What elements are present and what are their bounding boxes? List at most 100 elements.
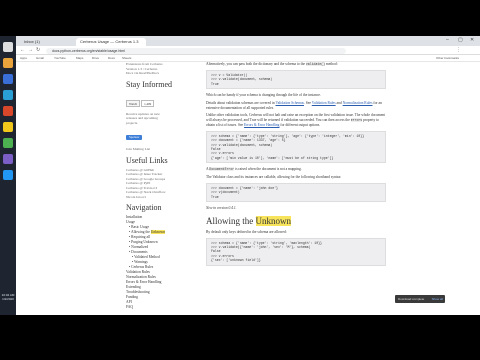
useful-link[interactable]: Nicola Iarocci	[126, 195, 201, 200]
version-note: New in version 0.4.1.	[206, 206, 237, 211]
code-block: >>> schema = {'name': {'type': 'string',…	[206, 237, 386, 266]
browser-titlebar: Inbox (1) Cerberus Usage — Cerberus 1.3 …	[16, 36, 480, 46]
nav-item-label: Installation	[126, 215, 143, 219]
useful-links-heading: Useful Links	[126, 155, 168, 165]
code-block: >>> schema = {'name': {'type': 'string'}…	[206, 130, 386, 164]
reload-icon[interactable]: ↻	[36, 47, 40, 53]
inline-code: DocumentError	[209, 167, 235, 172]
code-block: >>> v = Validator() >>> v.validate(docum…	[206, 69, 386, 90]
sponsor-button[interactable]: Sponsor	[126, 134, 143, 140]
maximize-icon[interactable]: ▢	[458, 37, 463, 43]
forward-icon[interactable]: →	[28, 47, 33, 53]
tab-label: Inbox (1)	[24, 39, 40, 44]
sidebar-intro-line: Docs via ReadTheDocs	[126, 71, 160, 75]
stay-informed-heading: Stay Informed	[126, 79, 172, 89]
nav-item-label: Errors & Error Handling	[126, 280, 162, 284]
chrome-icon[interactable]	[3, 122, 13, 132]
text: method:	[325, 62, 338, 66]
nav-item-label: Troubleshooting	[126, 290, 150, 294]
url-field[interactable]: docs.python-cerberus.org/en/stable/usage…	[46, 47, 346, 54]
github-watch-count[interactable]: 1,409	[141, 100, 155, 107]
screen: 10:04 AM 1/2/2020 Inbox (1) Cerberus Usa…	[0, 36, 480, 315]
github-watch-button[interactable]: Watch	[126, 100, 141, 107]
validation-schemas-link[interactable]: Validation Schemas	[276, 101, 304, 105]
back-icon[interactable]: ←	[20, 47, 25, 53]
text: is raised when the document is not a map…	[234, 167, 302, 172]
nav-item-label: Normalized	[131, 245, 149, 249]
taskbar: 10:04 AM 1/2/2020	[0, 36, 16, 315]
bookmark-item[interactable]: Drive	[92, 56, 99, 60]
nav-item-highlight: Unknown	[150, 230, 165, 234]
bookmark-item[interactable]: Apps	[20, 56, 27, 60]
join-mailing-list-link[interactable]: Join Mailing List	[126, 147, 201, 152]
inline-code: errors	[350, 118, 363, 123]
nav-item-label: Purging Unknown	[131, 240, 158, 244]
nav-item-label: Warnings	[134, 260, 148, 264]
tab-inbox[interactable]: Inbox (1)	[20, 38, 72, 46]
app-icon[interactable]	[3, 138, 13, 148]
extensions-icon[interactable]: ⋮	[456, 47, 461, 53]
navigation-heading: Navigation	[126, 203, 162, 212]
taskbar-clock[interactable]: 10:04 AM 1/2/2020	[0, 293, 16, 301]
nav-item-label: FAQ	[126, 305, 133, 309]
section-heading: Allowing the Unknown	[206, 215, 386, 226]
terminal-icon[interactable]	[3, 154, 13, 164]
clock-date: 1/2/2020	[2, 297, 14, 301]
bookmark-item[interactable]: Sheets	[122, 56, 131, 60]
nav-item-label: Requiring all	[131, 235, 151, 239]
nav-item-label: Validated Method	[134, 255, 160, 259]
docs-sidebar: Extensions from Cerberus Version 1.3 / C…	[126, 62, 201, 315]
vscode-icon[interactable]	[3, 90, 13, 100]
bookmark-item[interactable]: YouTube	[54, 56, 66, 60]
paragraph: Which can be handy if your schema is cha…	[206, 93, 321, 98]
paragraph: The Validator class and its instances ar…	[206, 175, 342, 180]
bookmark-item[interactable]: Gmail	[36, 56, 44, 60]
nav-item-label: API	[126, 300, 132, 304]
text: Alternatively, you can pass both the dic…	[206, 62, 306, 66]
code-block: >>> document = {'name': 'john doe'} >>> …	[206, 182, 386, 203]
paragraph: Alternatively, you can pass both the dic…	[206, 62, 386, 67]
nav-item-label: Validation Rules	[126, 270, 150, 274]
edge-icon[interactable]	[3, 74, 13, 84]
notification-text: Download complete	[398, 296, 425, 301]
nav-item-label: Funding	[126, 295, 138, 299]
page-content: Extensions from Cerberus Version 1.3 / C…	[16, 62, 480, 315]
heading-text: Allowing the	[206, 215, 256, 226]
paragraph: Details about validation schemas are cov…	[206, 101, 386, 111]
heading-highlight: Unknown	[255, 215, 291, 226]
nav-item-label: Cerberus Rules	[131, 265, 154, 269]
text: for different output options.	[279, 123, 321, 127]
nav-item-label: Basic Usage	[131, 225, 150, 229]
tab-label: Cerberus Usage — Cerberus 1.3	[80, 39, 139, 44]
text: . See	[303, 100, 312, 105]
mail-icon[interactable]	[3, 170, 13, 180]
bookmark-item[interactable]: Other bookmarks	[436, 56, 459, 60]
paragraph: Unlike other validation tools, Cerberus …	[206, 113, 386, 127]
navigation-list: Installation Usage • Basic Usage • Allowing…	[126, 215, 201, 310]
start-icon[interactable]	[3, 42, 13, 52]
normalization-rules-link[interactable]: Normalization Rules	[343, 101, 373, 105]
tab-cerberus[interactable]: Cerberus Usage — Cerberus 1.3	[76, 38, 146, 46]
bookmark-item[interactable]: Docs	[108, 56, 115, 60]
bookmarks-bar: Apps Gmail YouTube Maps Drive Docs Sheet…	[16, 55, 480, 62]
nav-item[interactable]: FAQ	[126, 305, 201, 310]
errors-handling-link[interactable]: Errors & Error Handling	[244, 123, 279, 127]
address-bar: ← → ↻ docs.python-cerberus.org/en/stable…	[16, 46, 480, 55]
nav-item-label: Usage	[126, 220, 135, 224]
download-notification: Download complete Show all	[395, 295, 445, 303]
show-all-button[interactable]: Show all	[432, 297, 443, 301]
stay-text: projects.	[126, 120, 138, 125]
inline-code: validate()	[305, 62, 326, 66]
close-icon[interactable]: ✕	[470, 37, 474, 43]
office-icon[interactable]	[3, 106, 13, 116]
file-explorer-icon[interactable]	[3, 58, 13, 68]
docs-main: Alternatively, you can pass both the dic…	[206, 62, 386, 315]
paragraph: A DocumentError is raised when the docum…	[206, 167, 386, 172]
nav-item-label: Normalization Rules	[126, 275, 156, 279]
text: and	[335, 100, 343, 105]
paragraph: By default only keys defined in the sche…	[206, 229, 287, 234]
minimize-icon[interactable]: –	[446, 37, 449, 43]
bookmark-item[interactable]: Maps	[76, 56, 83, 60]
validation-rules-link[interactable]: Validation Rules	[312, 101, 336, 105]
nav-item-label: Allowing the	[130, 230, 151, 234]
